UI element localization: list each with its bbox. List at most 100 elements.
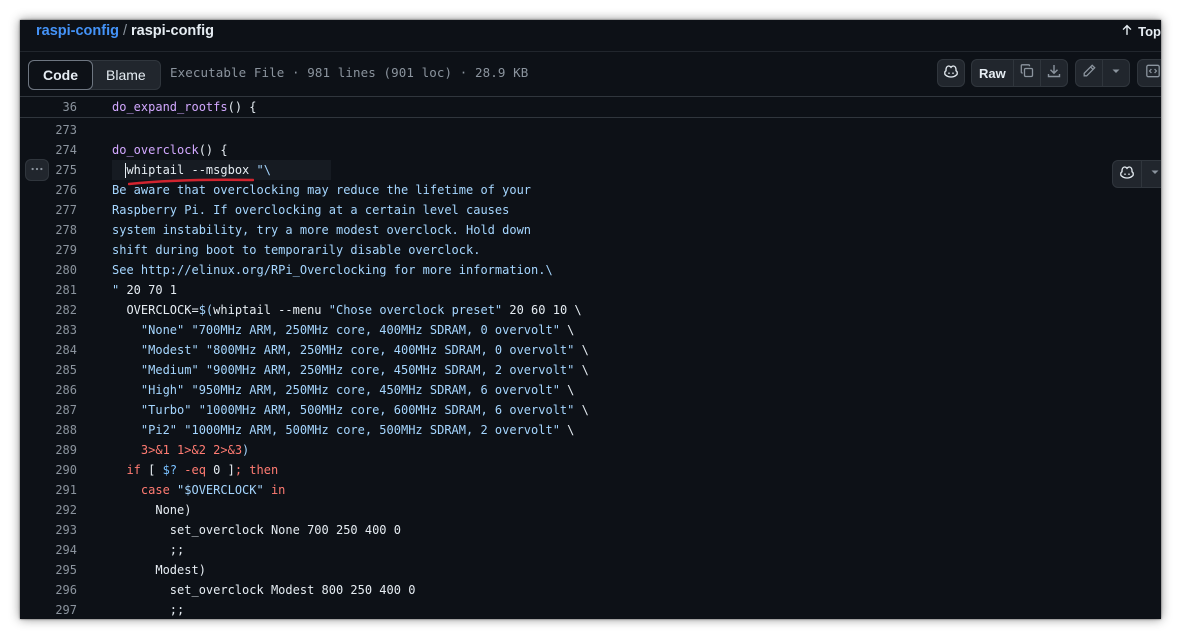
line-number[interactable]: 288 — [20, 420, 77, 440]
code-line: whiptail --msgbox "\ — [112, 160, 271, 180]
code-row: 285 "Medium" "900MHz ARM, 250MHz core, 4… — [20, 360, 1161, 380]
edit-button-group — [1075, 59, 1130, 87]
line-number[interactable]: 289 — [20, 440, 77, 460]
top-label: Top — [1138, 23, 1161, 39]
code-token: "Modest" "800MHz ARM, 250MHz core, 400MH… — [112, 343, 575, 357]
breadcrumb-separator: / — [122, 23, 128, 39]
code-token: "High" "950MHz ARM, 250MHz core, 450MHz … — [112, 383, 560, 397]
line-number[interactable]: 284 — [20, 340, 77, 360]
view-toggle: Code Blame — [28, 60, 161, 90]
code-token: "\ — [256, 163, 271, 177]
chevron-down-icon — [1147, 164, 1161, 185]
file-header: Code Blame Executable File · 981 lines (… — [20, 52, 1161, 97]
code-row: 281 " 20 70 1 — [20, 280, 1161, 300]
symbols-panel-button[interactable] — [1137, 59, 1161, 87]
code-token: -eq — [177, 463, 206, 477]
code-token: See http://elinux.org/RPi_Overclocking f… — [112, 263, 553, 277]
code-line: Raspberry Pi. If overclocking at a certa… — [112, 200, 509, 220]
breadcrumb-repo-link[interactable]: raspi-config — [36, 23, 119, 39]
window: raspi-config / raspi-config Top Code Blame… — [20, 20, 1161, 619]
breadcrumb-file: raspi-config — [131, 23, 214, 39]
line-number[interactable]: 278 — [20, 220, 77, 240]
copilot-button[interactable] — [937, 59, 965, 87]
line-number[interactable]: 282 — [20, 300, 77, 320]
line-number[interactable]: 291 — [20, 480, 77, 500]
copy-raw-button[interactable] — [1014, 60, 1041, 86]
line-number[interactable]: 294 — [20, 540, 77, 560]
line-number[interactable]: 36 — [20, 97, 77, 117]
code-token: system instability, try a more modest ov… — [112, 223, 532, 237]
line-number[interactable]: 296 — [20, 580, 77, 600]
line-number[interactable]: 286 — [20, 380, 77, 400]
ask-copilot-button[interactable] — [1113, 161, 1142, 187]
code-row: 275 whiptail --msgbox "\ — [20, 160, 1161, 180]
line-number[interactable]: 290 — [20, 460, 77, 480]
raw-button[interactable]: Raw — [972, 60, 1014, 86]
download-icon — [1046, 63, 1062, 84]
code-row: 290 if [ $? -eq 0 ]; then — [20, 460, 1161, 480]
code-line: None) — [112, 500, 191, 520]
code-row: 274 do_overclock() { — [20, 140, 1161, 160]
code-row: 291 case "$OVERCLOCK" in — [20, 480, 1161, 500]
sticky-scope-line[interactable]: 36 do_expand_rootfs() { — [20, 97, 1161, 118]
code-line: Modest) — [112, 560, 206, 580]
code-row: 286 "High" "950MHz ARM, 250MHz core, 450… — [20, 380, 1161, 400]
line-number[interactable]: 285 — [20, 360, 77, 380]
line-options-button[interactable] — [25, 159, 49, 181]
code-line: "Turbo" "1000MHz ARM, 500MHz core, 600MH… — [112, 400, 589, 420]
line-number[interactable]: 297 — [20, 600, 77, 619]
line-number[interactable]: 279 — [20, 240, 77, 260]
code-line: do_overclock() { — [112, 140, 228, 160]
code-token: \ — [559, 383, 575, 397]
code-row: 278 system instability, try a more modest… — [20, 220, 1161, 240]
line-number[interactable]: 280 — [20, 260, 77, 280]
code-token: ;; — [112, 543, 185, 557]
code-row: 282 OVERCLOCK=$(whiptail --menu "Chose o… — [20, 300, 1161, 320]
code-token: "Medium" "900MHz ARM, 250MHz core, 450MH… — [112, 363, 575, 377]
breadcrumb: raspi-config / raspi-config — [36, 21, 214, 41]
download-button[interactable] — [1041, 60, 1067, 86]
copy-icon — [1019, 63, 1035, 84]
breadcrumb-bar: raspi-config / raspi-config Top — [20, 20, 1161, 52]
line-number[interactable]: 295 — [20, 560, 77, 580]
code-token: 3>&1 1>&2 2>&3 — [112, 443, 243, 457]
code-line: 3>&1 1>&2 2>&3) — [112, 440, 249, 460]
code-line: set_overclock None 700 250 400 0 — [112, 520, 401, 540]
code-token: "None" "700MHz ARM, 250MHz core, 400MHz … — [112, 323, 560, 337]
code-token: "$OVERCLOCK" — [177, 483, 264, 497]
tab-blame[interactable]: Blame — [92, 61, 160, 89]
code-row: 280 See http://elinux.org/RPi_Overclockin… — [20, 260, 1161, 280]
code-row: 283 "None" "700MHz ARM, 250MHz core, 400… — [20, 320, 1161, 340]
kebab-horizontal-icon — [30, 162, 44, 179]
code-row: 292 None) — [20, 500, 1161, 520]
edit-options-button[interactable] — [1103, 60, 1129, 86]
code-row: 297 ;; — [20, 600, 1161, 619]
top-button[interactable]: Top — [1120, 21, 1161, 41]
edit-button[interactable] — [1076, 60, 1103, 86]
code-token: Modest) — [112, 563, 206, 577]
file-info: Executable File · 981 lines (901 loc) · … — [170, 65, 529, 80]
code-line: "Modest" "800MHz ARM, 250MHz core, 400MH… — [112, 340, 589, 360]
line-number[interactable]: 293 — [20, 520, 77, 540]
code-token: \ — [559, 423, 575, 437]
line-number[interactable]: 292 — [20, 500, 77, 520]
code-line: "Medium" "900MHz ARM, 250MHz core, 450MH… — [112, 360, 589, 380]
copilot-options-button[interactable] — [1142, 161, 1161, 187]
line-number[interactable]: 287 — [20, 400, 77, 420]
line-number[interactable]: 276 — [20, 180, 77, 200]
line-number[interactable]: 277 — [20, 200, 77, 220]
code-line: See http://elinux.org/RPi_Overclocking f… — [112, 260, 553, 280]
code-token: \ — [574, 403, 589, 417]
code-view: 273 274 do_overclock() {275 whiptail --msg… — [20, 120, 1161, 619]
code-token: "Chose overclock preset" — [328, 303, 503, 317]
code-token: shift during boot to temporarily disable… — [112, 243, 481, 257]
line-number[interactable]: 273 — [20, 120, 77, 140]
line-number[interactable]: 274 — [20, 140, 77, 160]
code-token: None) — [112, 503, 192, 517]
code-token: 20 60 10 \ — [502, 303, 582, 317]
code-token: 20 70 1 — [119, 283, 178, 297]
line-number[interactable]: 283 — [20, 320, 77, 340]
raw-button-group: Raw — [971, 59, 1068, 87]
line-number[interactable]: 281 — [20, 280, 77, 300]
tab-code[interactable]: Code — [28, 60, 93, 90]
